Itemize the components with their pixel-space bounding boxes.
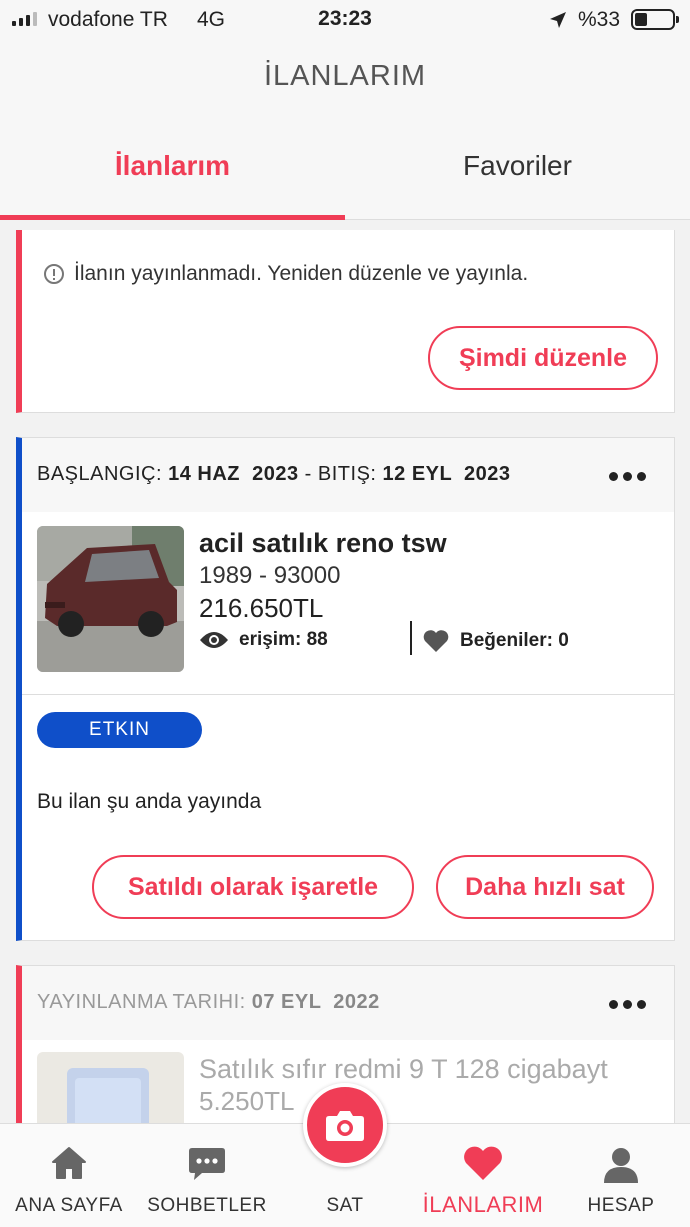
eye-icon [200,632,228,648]
nav-home-label: ANA SAYFA [15,1195,123,1216]
nav-my-listings-label: İLANLARIM [422,1192,544,1217]
person-icon [604,1148,638,1183]
nav-my-listings[interactable]: İLANLARIM [414,1124,552,1227]
header: İLANLARIM İlanlarım Favoriler [0,40,690,220]
active-listing-card: BAŞLANGIÇ: 14 HAZ 2023 - BITIŞ: 12 EYL 2… [16,437,675,941]
listing-date: YAYINLANMA TARIHI: 07 EYL 2022 [37,991,380,1013]
camera-icon [326,1111,364,1141]
page-title: İLANLARIM [263,60,427,92]
more-options-icon[interactable] [609,472,646,481]
listing-thumbnail[interactable] [37,526,184,672]
warning-row: İlanın yayınlanmadı. Yeniden düzenle ve … [44,262,528,286]
edit-now-button[interactable]: Şimdi düzenle [428,326,658,390]
sell-camera-button[interactable] [303,1083,387,1167]
nav-chats[interactable]: SOHBETLER [138,1124,276,1227]
listing-title[interactable]: acil satılık reno tsw [199,528,447,559]
home-icon [52,1147,86,1179]
listing-year-km: 1989 - 93000 [199,562,341,589]
nav-account-label: HESAP [587,1195,655,1216]
listing-title[interactable]: Satılık sıfır redmi 9 T 128 cigabayt [199,1054,608,1085]
tab-my-listings[interactable]: İlanlarım [0,150,345,182]
likes-stat: Beğeniler: 0 [422,629,569,653]
mark-as-sold-button[interactable]: Satıldı olarak işaretle [92,855,414,919]
info-icon [44,264,64,284]
location-arrow-icon [550,12,566,28]
sell-faster-button[interactable]: Daha hızlı sat [436,855,654,919]
status-bar: vodafone TR 4G 23:23 %33 [0,0,690,40]
nav-chats-label: SOHBETLER [147,1195,267,1216]
tab-favorites[interactable]: Favoriler [345,150,690,182]
warning-text: İlanın yayınlanmadı. Yeniden düzenle ve … [74,262,529,285]
listing-dates-bar: BAŞLANGIÇ: 14 HAZ 2023 - BITIŞ: 12 EYL 2… [22,438,674,512]
heart-icon [464,1146,502,1180]
listing-dates-bar: YAYINLANMA TARIHI: 07 EYL 2022 [22,966,674,1040]
stat-divider [410,621,412,655]
views-count: erişim: 88 [239,629,328,650]
unpublished-listing-card: İlanın yayınlanmadı. Yeniden düzenle ve … [16,230,675,413]
battery-percent: %33 [578,8,621,31]
status-badge: ETKIN [37,712,202,748]
card-separator [22,694,674,695]
nav-sell-label: SAT [326,1195,364,1216]
active-tab-indicator [0,215,345,220]
listing-price: 216.650TL [199,593,324,623]
listing-price: 5.250TL [199,1086,295,1116]
more-options-icon[interactable] [609,1000,646,1009]
nav-home[interactable]: ANA SAYFA [0,1124,138,1227]
battery-icon [631,9,679,30]
likes-count: Beğeniler: 0 [460,630,569,651]
chat-icon [189,1148,225,1180]
listing-status-text: Bu ilan şu anda yayında [37,790,262,813]
views-stat: erişim: 88 [199,629,328,651]
nav-account[interactable]: HESAP [552,1124,690,1227]
heart-icon [423,630,449,652]
listing-dates: BAŞLANGIÇ: 14 HAZ 2023 - BITIŞ: 12 EYL 2… [37,463,511,485]
